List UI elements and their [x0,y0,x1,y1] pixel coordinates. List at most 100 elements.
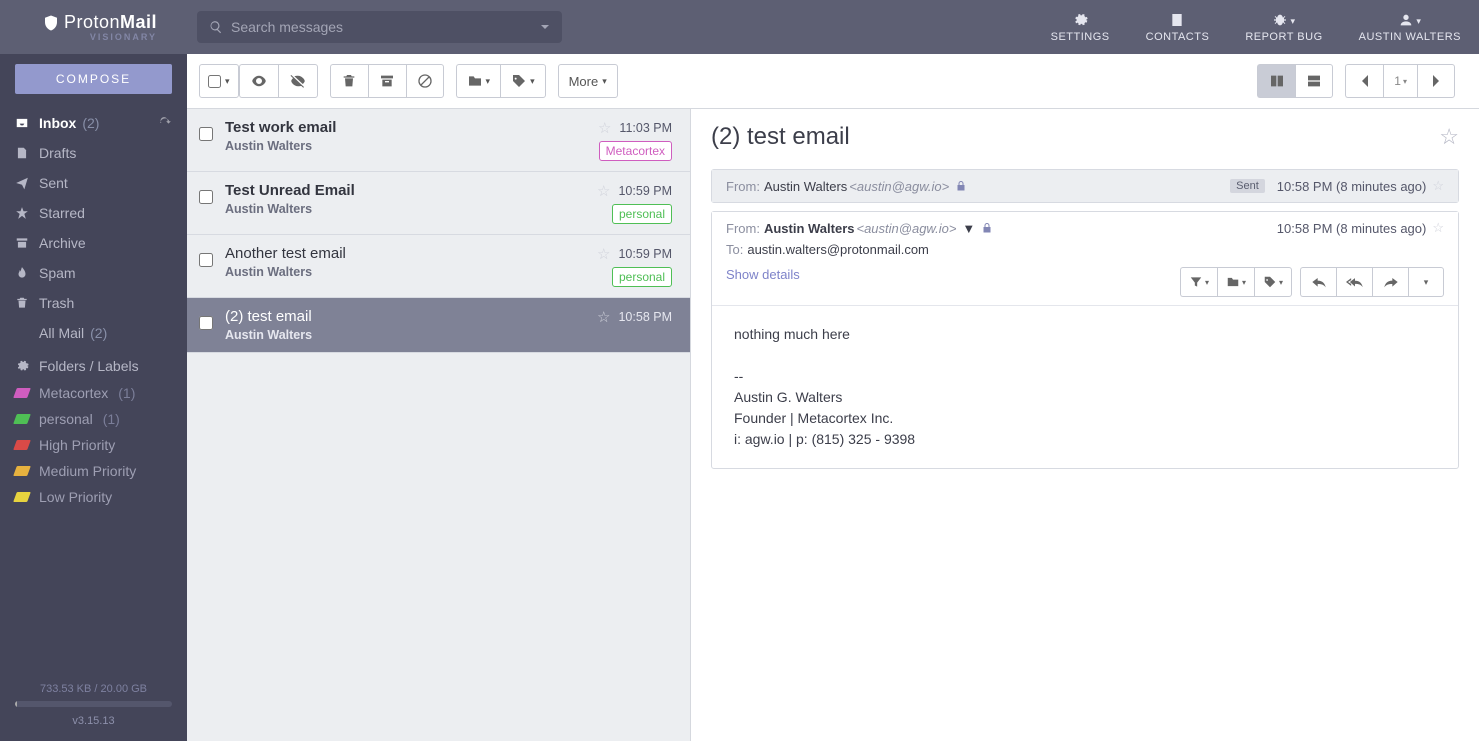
message-time: 10:58 PM [618,310,672,324]
message-row[interactable]: (2) test email Austin Walters ☆ 10:58 PM [187,298,690,353]
star-button[interactable]: ☆ [597,308,610,326]
message-row[interactable]: Test Unread Email Austin Walters ☆ 10:59… [187,172,690,235]
prev-page-button[interactable] [1345,64,1383,98]
message-sender: Austin Walters [225,265,585,279]
archive-button[interactable] [368,64,406,98]
archive-icon [15,236,29,250]
sidebar-label-item[interactable]: Metacortex (1) [0,380,187,406]
version-label: v3.15.13 [15,715,172,727]
search-icon [209,20,223,34]
header-actions: SETTINGS CONTACTS ▾ REPORT BUG ▾ AUSTIN … [1033,12,1479,43]
mark-read-button[interactable] [239,64,278,98]
sidebar-item-spam[interactable]: Spam [0,258,187,288]
fire-icon [15,266,29,280]
show-details-button[interactable]: Show details [726,267,800,282]
label-count: (1) [118,385,135,401]
app-header: ProtonMail VISIONARY SETTINGS CONTACTS ▾… [0,0,1479,54]
reply-icon [1311,275,1327,289]
account-menu[interactable]: ▾ AUSTIN WALTERS [1341,12,1479,43]
layout-row-button[interactable] [1295,64,1333,98]
select-all-input[interactable] [208,75,221,88]
archive-icon [379,73,395,89]
message-body: nothing much here -- Austin G. Walters F… [712,305,1458,468]
lock-icon [981,222,993,234]
settings-link[interactable]: SETTINGS [1033,12,1128,43]
more-actions-button[interactable]: ▾ [1408,267,1444,297]
label-count: (1) [103,411,120,427]
label-swatch-icon [13,388,31,398]
delete-button[interactable] [330,64,368,98]
message-row[interactable]: Another test email Austin Walters ☆ 10:5… [187,235,690,298]
message-checkbox[interactable] [199,253,213,267]
select-all-checkbox[interactable]: ▾ [199,64,239,98]
star-message-button[interactable]: ☆ [1432,178,1444,194]
sidebar-item-starred[interactable]: Starred [0,198,187,228]
ban-icon [417,73,433,89]
storage-info: 733.53 KB / 20.00 GB v3.15.13 [0,677,187,741]
sent-badge: Sent [1230,179,1265,193]
refresh-icon[interactable] [158,116,172,130]
star-message-button[interactable]: ☆ [1432,220,1444,236]
sidebar-item-drafts[interactable]: Drafts [0,138,187,168]
search-input[interactable] [231,19,540,35]
message-row[interactable]: Test work email Austin Walters ☆ 11:03 P… [187,109,690,172]
message-subject: (2) test email [225,308,585,325]
sidebar-item-inbox[interactable]: Inbox (2) [0,108,187,138]
sidebar-item-trash[interactable]: Trash [0,288,187,318]
message-tag: personal [612,204,672,224]
forward-button[interactable] [1372,267,1408,297]
label-name: High Priority [39,437,115,453]
sidebar-item-archive[interactable]: Archive [0,228,187,258]
star-button[interactable]: ☆ [597,245,610,263]
sidebar: COMPOSE Inbox (2) Drafts Sent Starred Ar… [0,54,187,741]
reply-all-button[interactable] [1336,267,1372,297]
labels-section-header[interactable]: Folders / Labels [0,348,187,380]
contacts-link[interactable]: CONTACTS [1128,12,1228,43]
label-message-button[interactable]: ▾ [1254,267,1292,297]
sidebar-item-sent[interactable]: Sent [0,168,187,198]
message-checkbox[interactable] [199,127,213,141]
message-card-collapsed[interactable]: From: Austin Walters <austin@agw.io> Sen… [711,169,1459,203]
message-time: 10:58 PM (8 minutes ago) [1277,179,1427,194]
star-conversation-button[interactable]: ☆ [1439,124,1459,150]
star-button[interactable]: ☆ [597,182,610,200]
compose-button[interactable]: COMPOSE [15,64,172,94]
next-page-button[interactable] [1417,64,1455,98]
label-button[interactable]: ▾ [500,64,546,98]
spam-button[interactable] [406,64,444,98]
forward-icon [1383,275,1399,289]
expand-from-button[interactable]: ▼ [962,221,975,236]
move-to-folder-button[interactable]: ▾ [456,64,501,98]
label-swatch-icon [13,492,31,502]
gears-icon [1072,12,1088,28]
page-number[interactable]: 1 ▾ [1383,64,1417,98]
message-card-expanded: From: Austin Walters <austin@agw.io> ▼ 1… [711,211,1459,469]
message-list[interactable]: Test work email Austin Walters ☆ 11:03 P… [187,109,691,741]
message-subject: Test Unread Email [225,182,585,199]
mark-unread-button[interactable] [278,64,318,98]
message-time: 10:58 PM (8 minutes ago) [1277,221,1427,236]
logo[interactable]: ProtonMail VISIONARY [0,12,187,42]
reply-button[interactable] [1300,267,1336,297]
label-name: Metacortex [39,385,108,401]
sidebar-label-item[interactable]: Medium Priority [0,458,187,484]
sidebar-label-item[interactable]: personal (1) [0,406,187,432]
move-message-button[interactable]: ▾ [1217,267,1254,297]
search-box[interactable] [197,11,562,43]
filter-button[interactable]: ▾ [1180,267,1217,297]
mail-toolbar: ▾ ▾ ▾ More ▾ [187,54,1479,109]
chevron-down-icon[interactable] [540,22,550,32]
label-name: personal [39,411,93,427]
more-button[interactable]: More ▾ [558,64,618,98]
sidebar-item-allmail[interactable]: All Mail (2) [0,318,187,348]
chevron-left-icon [1360,74,1370,88]
to-address: austin.walters@protonmail.com [747,242,929,257]
sidebar-label-item[interactable]: Low Priority [0,484,187,510]
sidebar-label-item[interactable]: High Priority [0,432,187,458]
message-checkbox[interactable] [199,190,213,204]
star-button[interactable]: ☆ [598,119,611,137]
report-bug-link[interactable]: ▾ REPORT BUG [1227,12,1340,43]
reply-all-icon [1346,275,1364,289]
layout-column-button[interactable] [1257,64,1295,98]
message-checkbox[interactable] [199,316,213,330]
